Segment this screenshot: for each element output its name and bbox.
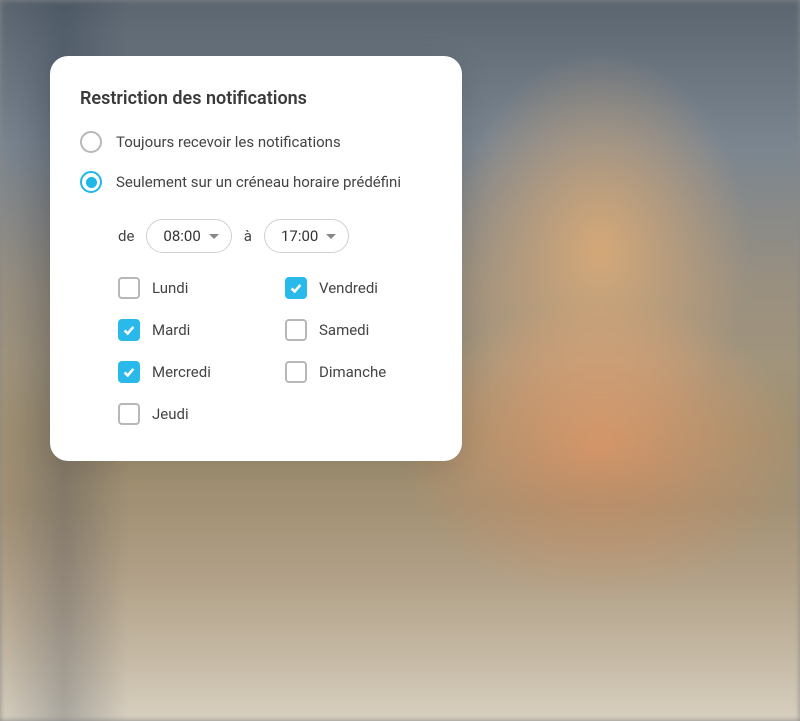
from-time-value: 08:00 <box>163 227 200 245</box>
to-time-select[interactable]: 17:00 <box>264 219 349 253</box>
checkbox-icon <box>118 361 140 383</box>
day-wednesday[interactable]: Mercredi <box>118 361 265 383</box>
from-label: de <box>118 227 134 245</box>
time-range-row: de 08:00 à 17:00 <box>118 219 432 253</box>
to-label: à <box>244 227 252 245</box>
from-time-select[interactable]: 08:00 <box>146 219 231 253</box>
day-saturday-label: Samedi <box>319 321 369 339</box>
day-friday[interactable]: Vendredi <box>285 277 432 299</box>
checkbox-icon <box>118 277 140 299</box>
day-sunday-label: Dimanche <box>319 363 386 381</box>
day-monday[interactable]: Lundi <box>118 277 265 299</box>
day-wednesday-label: Mercredi <box>152 363 211 381</box>
day-friday-label: Vendredi <box>319 279 378 297</box>
radio-always[interactable]: Toujours recevoir les notifications <box>80 131 432 153</box>
notification-restriction-card: Restriction des notifications Toujours r… <box>50 56 462 461</box>
checkbox-icon <box>285 319 307 341</box>
day-sunday[interactable]: Dimanche <box>285 361 432 383</box>
day-tuesday-label: Mardi <box>152 321 190 339</box>
chevron-down-icon <box>326 234 336 239</box>
day-tuesday[interactable]: Mardi <box>118 319 265 341</box>
radio-icon <box>80 131 102 153</box>
radio-icon <box>80 171 102 193</box>
checkbox-icon <box>118 403 140 425</box>
days-grid: Lundi Vendredi Mardi Samedi Mercredi Dim… <box>118 277 432 425</box>
radio-schedule-label: Seulement sur un créneau horaire prédéfi… <box>116 173 401 191</box>
card-title: Restriction des notifications <box>80 88 432 109</box>
chevron-down-icon <box>209 234 219 239</box>
day-thursday[interactable]: Jeudi <box>118 403 265 425</box>
checkbox-icon <box>118 319 140 341</box>
checkbox-icon <box>285 361 307 383</box>
day-monday-label: Lundi <box>152 279 188 297</box>
to-time-value: 17:00 <box>281 227 318 245</box>
checkbox-icon <box>285 277 307 299</box>
radio-schedule[interactable]: Seulement sur un créneau horaire prédéfi… <box>80 171 432 193</box>
radio-always-label: Toujours recevoir les notifications <box>116 133 341 151</box>
day-saturday[interactable]: Samedi <box>285 319 432 341</box>
day-thursday-label: Jeudi <box>152 405 189 423</box>
